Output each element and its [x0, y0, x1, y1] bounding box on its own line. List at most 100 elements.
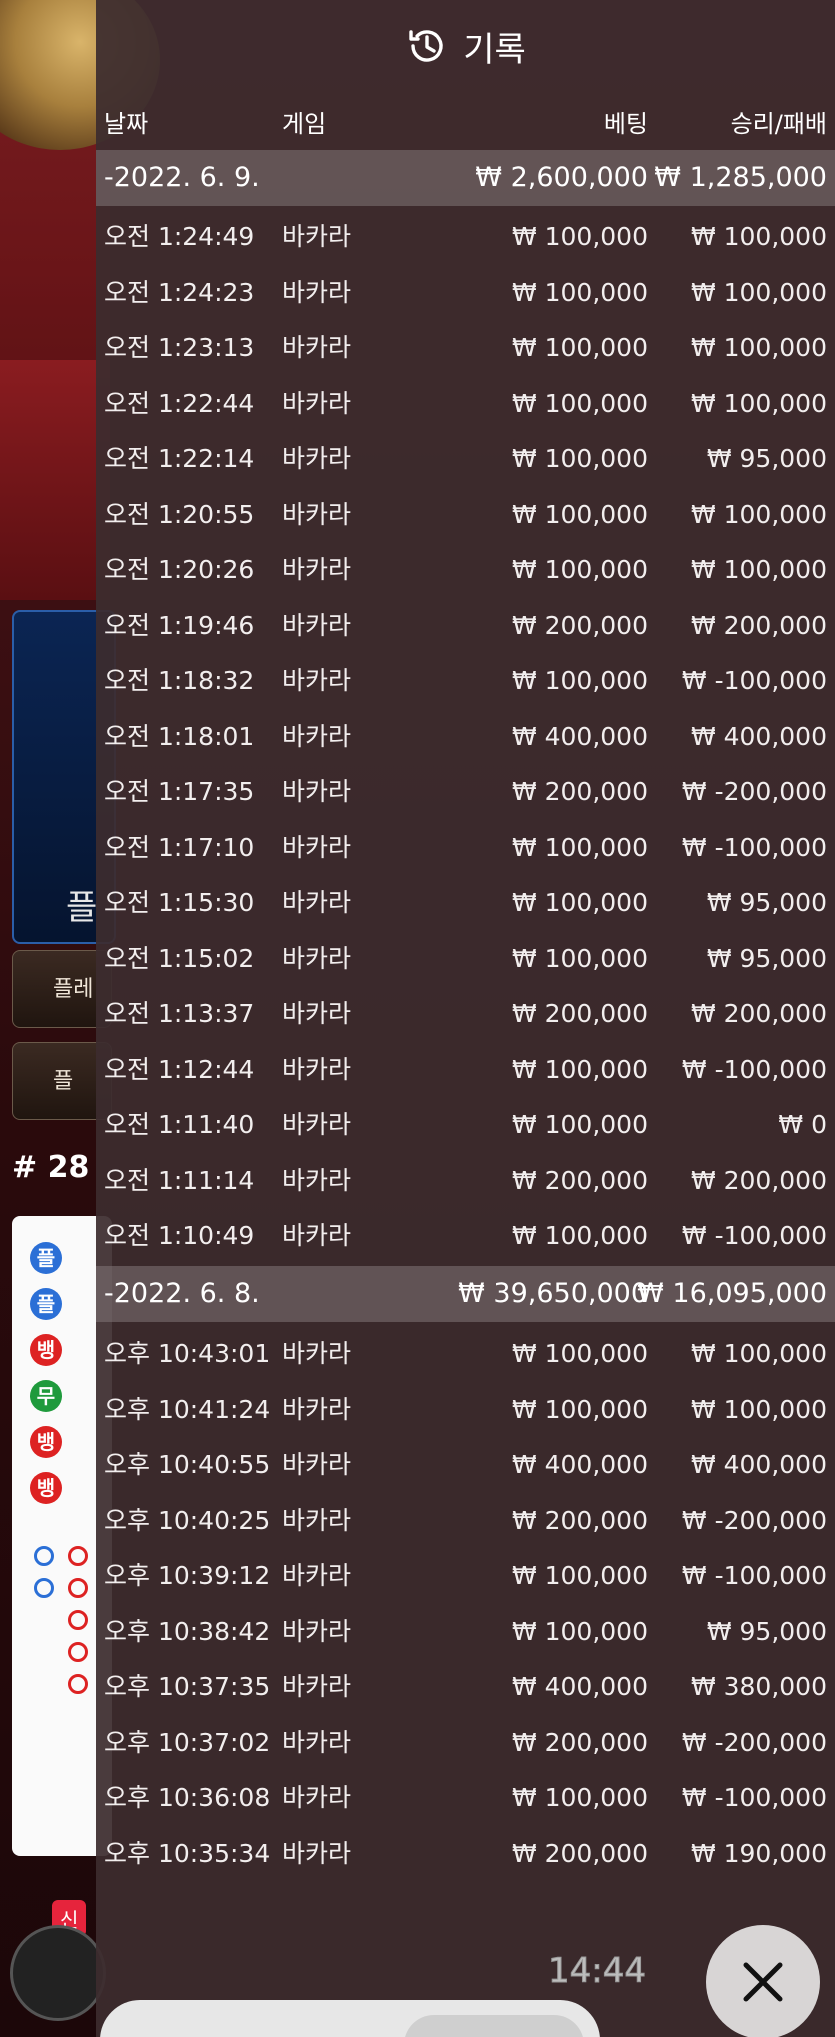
group-result-total: ₩ 1,285,000 [654, 162, 827, 193]
bead-player: 플 [30, 1242, 62, 1274]
bottom-bar-handle[interactable] [404, 2015, 584, 2037]
history-row[interactable]: 오전 1:18:01 바카라 ₩ 400,000 ₩ 400,000 [96, 709, 835, 764]
history-row[interactable]: 오전 1:24:49 바카라 ₩ 100,000 ₩ 100,000 [96, 209, 835, 264]
row-result: ₩ -100,000 [681, 832, 827, 862]
row-bet: ₩ 100,000 [511, 444, 648, 473]
history-row[interactable]: 오전 1:19:46 바카라 ₩ 200,000 ₩ 200,000 [96, 598, 835, 653]
history-row[interactable]: 오전 1:15:02 바카라 ₩ 100,000 ₩ 95,000 [96, 931, 835, 986]
row-time: 오전 1:17:10 [104, 832, 255, 862]
row-bet: ₩ 100,000 [511, 333, 648, 362]
history-row[interactable]: 오후 10:36:08 바카라 ₩ 100,000 ₩ -100,000 [96, 1770, 835, 1825]
history-row[interactable]: 오전 1:22:44 바카라 ₩ 100,000 ₩ 100,000 [96, 376, 835, 431]
history-row[interactable]: 오전 1:24:23 바카라 ₩ 100,000 ₩ 100,000 [96, 265, 835, 320]
row-time: 오전 1:13:37 [104, 999, 255, 1028]
row-game: 바카라 [282, 1450, 352, 1479]
history-row[interactable]: 오후 10:40:55 바카라 ₩ 400,000 ₩ 400,000 [96, 1437, 835, 1492]
row-bet: ₩ 400,000 [511, 721, 648, 751]
row-time: 오전 1:22:14 [104, 444, 255, 473]
history-row[interactable]: 오전 1:22:14 바카라 ₩ 100,000 ₩ 95,000 [96, 431, 835, 486]
row-result: ₩ 100,000 [690, 499, 827, 529]
row-time: 오전 1:20:26 [104, 555, 255, 584]
big-road-marker [68, 1546, 88, 1566]
row-time: 오전 1:23:13 [104, 333, 255, 362]
row-game: 바카라 [282, 832, 352, 862]
row-bet: ₩ 100,000 [511, 1616, 648, 1646]
big-road-marker [34, 1578, 54, 1598]
row-result: ₩ -100,000 [681, 1561, 827, 1590]
history-row[interactable]: 오후 10:35:34 바카라 ₩ 200,000 ₩ 190,000 [96, 1826, 835, 1881]
row-game: 바카라 [282, 1165, 352, 1195]
history-row[interactable]: 오후 10:41:24 바카라 ₩ 100,000 ₩ 100,000 [96, 1382, 835, 1437]
row-bet: ₩ 100,000 [511, 555, 648, 584]
bead-banker: 뱅 [30, 1426, 62, 1458]
row-result: ₩ 100,000 [690, 222, 827, 251]
row-time: 오전 1:15:30 [104, 888, 255, 917]
row-bet: ₩ 200,000 [511, 1165, 648, 1195]
row-time: 오전 1:12:44 [104, 1054, 255, 1084]
close-icon [743, 1962, 783, 2002]
history-row[interactable]: 오후 10:43:01 바카라 ₩ 100,000 ₩ 100,000 [96, 1326, 835, 1381]
row-bet: ₩ 400,000 [511, 1450, 648, 1479]
history-row[interactable]: 오전 1:20:26 바카라 ₩ 100,000 ₩ 100,000 [96, 542, 835, 597]
row-bet: ₩ 100,000 [511, 277, 648, 307]
row-bet: ₩ 100,000 [511, 1783, 648, 1812]
clock-time: 14:44 [548, 1951, 647, 1992]
row-bet: ₩ 100,000 [511, 388, 648, 418]
row-game: 바카라 [282, 222, 352, 251]
row-game: 바카라 [282, 1616, 352, 1646]
history-row[interactable]: 오전 1:17:35 바카라 ₩ 200,000 ₩ -200,000 [96, 764, 835, 819]
history-row[interactable]: 오전 1:13:37 바카라 ₩ 200,000 ₩ 200,000 [96, 986, 835, 1041]
row-time: 오후 10:36:08 [104, 1783, 271, 1812]
chip-button[interactable] [10, 1925, 106, 2021]
history-row[interactable]: 오후 10:37:02 바카라 ₩ 200,000 ₩ -200,000 [96, 1715, 835, 1770]
history-row[interactable]: 오전 1:23:13 바카라 ₩ 100,000 ₩ 100,000 [96, 320, 835, 375]
history-row[interactable]: 오전 1:11:40 바카라 ₩ 100,000 ₩ 0 [96, 1097, 835, 1152]
group-date: -2022. 6. 9. [104, 162, 260, 193]
column-date: 날짜 [104, 110, 149, 138]
row-game: 바카라 [282, 943, 352, 973]
row-game: 바카라 [282, 777, 352, 806]
row-game: 바카라 [282, 277, 352, 307]
group-bet-total: ₩ 39,650,000 [458, 1278, 648, 1309]
row-bet: ₩ 200,000 [511, 1838, 648, 1868]
history-row[interactable]: 오전 1:15:30 바카라 ₩ 100,000 ₩ 95,000 [96, 875, 835, 930]
row-result: ₩ 400,000 [690, 721, 827, 751]
history-row[interactable]: 오전 1:11:14 바카라 ₩ 200,000 ₩ 200,000 [96, 1153, 835, 1208]
row-game: 바카라 [282, 1339, 352, 1368]
history-row[interactable]: 오전 1:20:55 바카라 ₩ 100,000 ₩ 100,000 [96, 487, 835, 542]
history-row[interactable]: 오전 1:12:44 바카라 ₩ 100,000 ₩ -100,000 [96, 1042, 835, 1097]
row-time: 오후 10:38:42 [104, 1616, 271, 1646]
history-row[interactable]: 오후 10:39:12 바카라 ₩ 100,000 ₩ -100,000 [96, 1548, 835, 1603]
big-road-marker [68, 1578, 88, 1598]
row-bet: ₩ 200,000 [511, 777, 648, 806]
row-game: 바카라 [282, 333, 352, 362]
group-result-total: ₩ 16,095,000 [637, 1278, 827, 1309]
history-row[interactable]: 오후 10:40:25 바카라 ₩ 200,000 ₩ -200,000 [96, 1493, 835, 1548]
history-row[interactable]: 오전 1:10:49 바카라 ₩ 100,000 ₩ -100,000 [96, 1208, 835, 1263]
round-number: # 28 [12, 1150, 90, 1185]
row-time: 오전 1:20:55 [104, 499, 255, 529]
row-game: 바카라 [282, 1727, 352, 1757]
date-group-header[interactable]: -2022. 6. 8. ₩ 39,650,000 ₩ 16,095,000 [96, 1266, 835, 1322]
history-row[interactable]: 오전 1:17:10 바카라 ₩ 100,000 ₩ -100,000 [96, 820, 835, 875]
history-row[interactable]: 오전 1:18:32 바카라 ₩ 100,000 ₩ -100,000 [96, 653, 835, 708]
bead-tie: 무 [30, 1380, 62, 1412]
group-date: -2022. 6. 8. [104, 1278, 260, 1309]
row-result: ₩ 400,000 [690, 1450, 827, 1479]
row-time: 오전 1:19:46 [104, 610, 255, 640]
row-game: 바카라 [282, 1505, 352, 1535]
row-result: ₩ 100,000 [690, 1339, 827, 1368]
history-row[interactable]: 오후 10:37:35 바카라 ₩ 400,000 ₩ 380,000 [96, 1659, 835, 1714]
app-root: 플 플레 플 # 28 플 플 뱅 무 뱅 뱅 신 기록 날짜 게임 베팅 승리… [0, 0, 835, 2037]
row-time: 오후 10:43:01 [104, 1339, 271, 1368]
row-game: 바카라 [282, 1783, 352, 1812]
column-headers: 날짜 게임 베팅 승리/패배 [96, 92, 835, 148]
big-road-marker [68, 1642, 88, 1662]
date-group-header[interactable]: -2022. 6. 9. ₩ 2,600,000 ₩ 1,285,000 [96, 150, 835, 206]
row-game: 바카라 [282, 610, 352, 640]
history-row[interactable]: 오후 10:38:42 바카라 ₩ 100,000 ₩ 95,000 [96, 1604, 835, 1659]
close-button[interactable] [706, 1925, 820, 2037]
column-result: 승리/패배 [730, 110, 827, 138]
row-time: 오후 10:39:12 [104, 1561, 271, 1590]
row-bet: ₩ 100,000 [511, 1394, 648, 1424]
